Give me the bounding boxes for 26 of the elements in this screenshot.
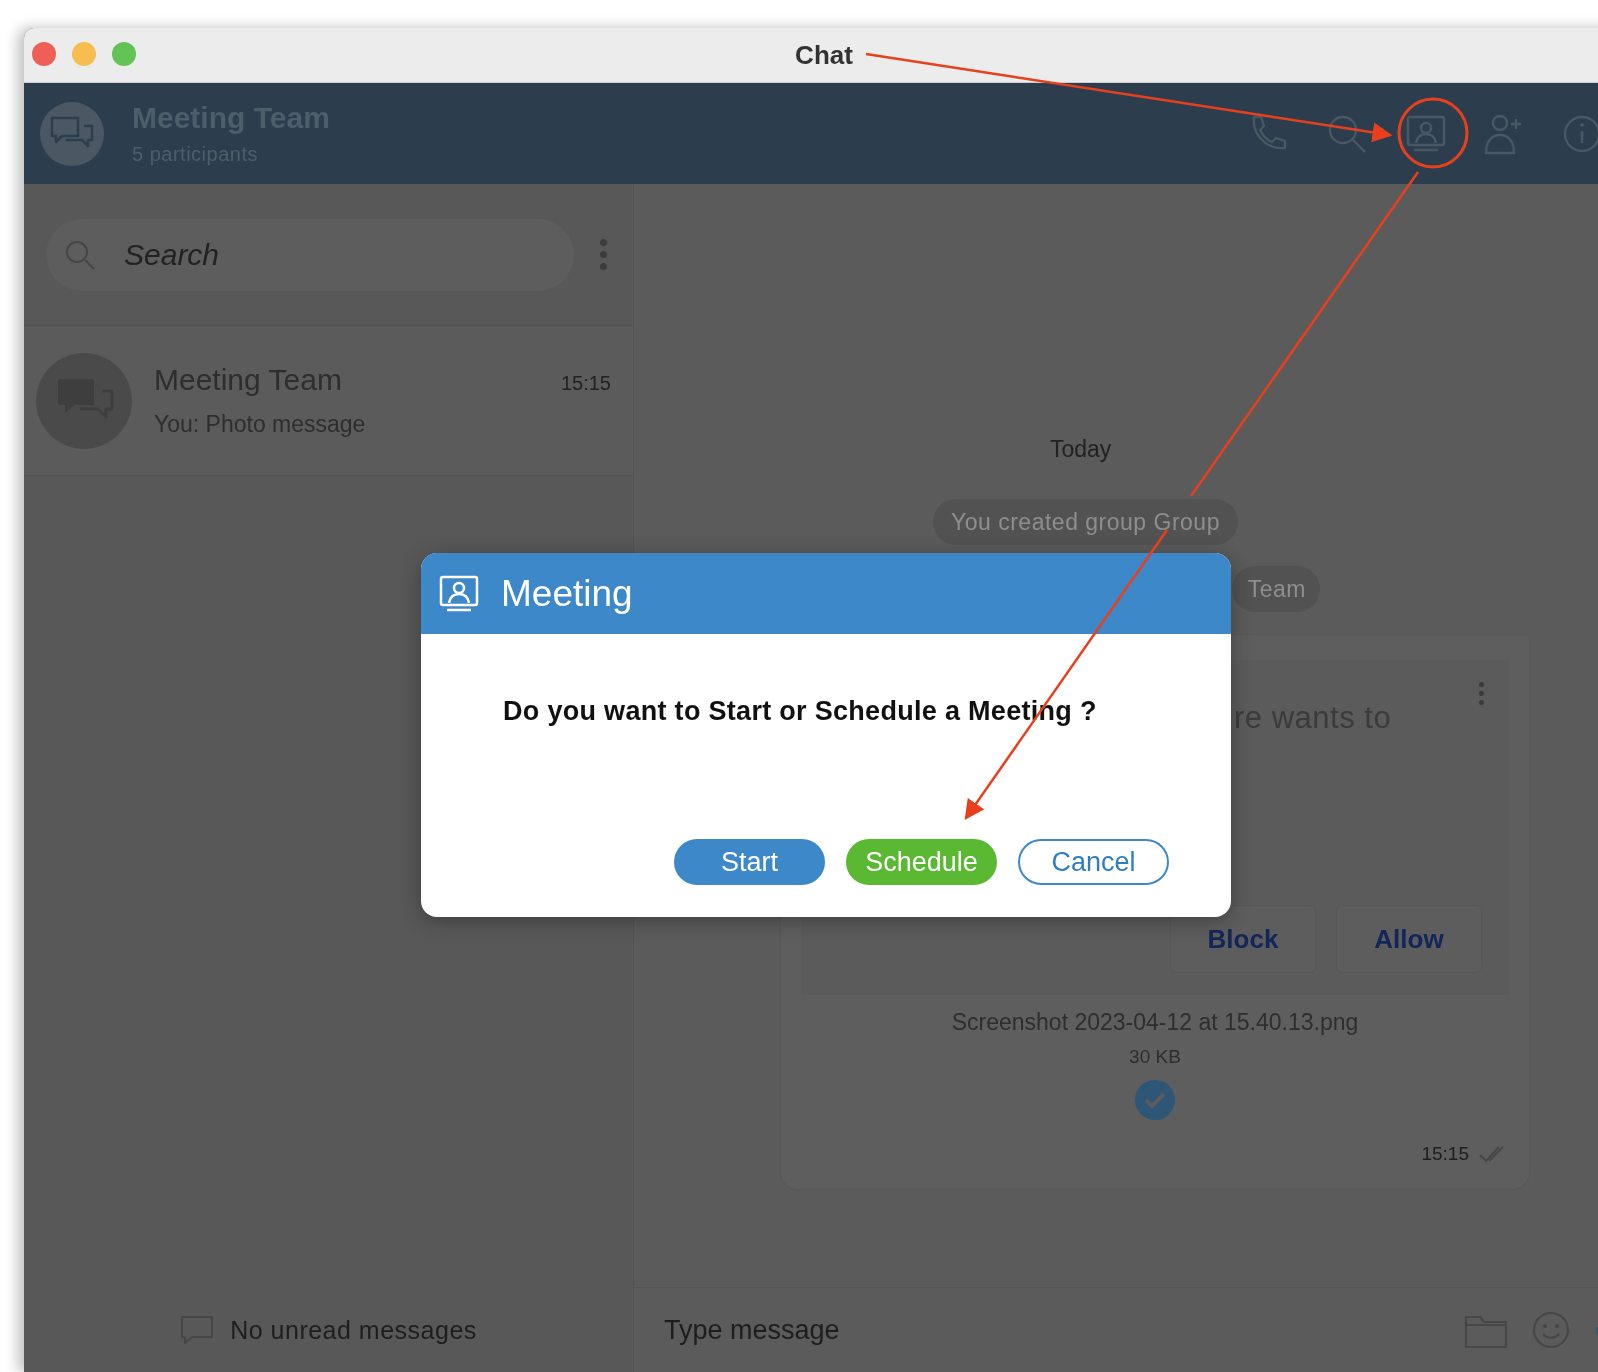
minimize-window-button[interactable] [72, 42, 96, 66]
empty-state-text: No unread messages [230, 1315, 477, 1345]
presentation-icon [439, 573, 479, 614]
more-options-icon[interactable] [1477, 680, 1486, 707]
close-window-button[interactable] [32, 42, 56, 66]
maximize-window-button[interactable] [112, 42, 136, 66]
info-icon[interactable] [1562, 113, 1598, 154]
chat-time: 15:15 [560, 372, 611, 395]
system-notice: You created group Group [933, 499, 1238, 545]
date-separator: Today [1050, 436, 1112, 463]
system-notice: Team [1232, 566, 1320, 612]
annotation-circle [1397, 97, 1469, 169]
dialog-title: Meeting [501, 572, 633, 615]
presentation-icon[interactable] [1406, 113, 1446, 154]
action-button[interactable]: Block [1170, 905, 1316, 973]
search-icon [64, 238, 96, 271]
check-circle-icon [1135, 1080, 1175, 1120]
cancel-button[interactable]: Cancel [1018, 839, 1169, 885]
message-input[interactable]: Type message [662, 1313, 1440, 1347]
add-person-icon[interactable] [1484, 112, 1524, 155]
window-title: Chat [795, 39, 853, 71]
schedule-button[interactable]: Schedule [846, 839, 997, 885]
action-button[interactable]: Allow [1336, 905, 1482, 973]
start-button[interactable]: Start [674, 839, 825, 885]
message-time: 15:15 [1421, 1143, 1469, 1165]
search-field[interactable]: Search [46, 218, 574, 291]
